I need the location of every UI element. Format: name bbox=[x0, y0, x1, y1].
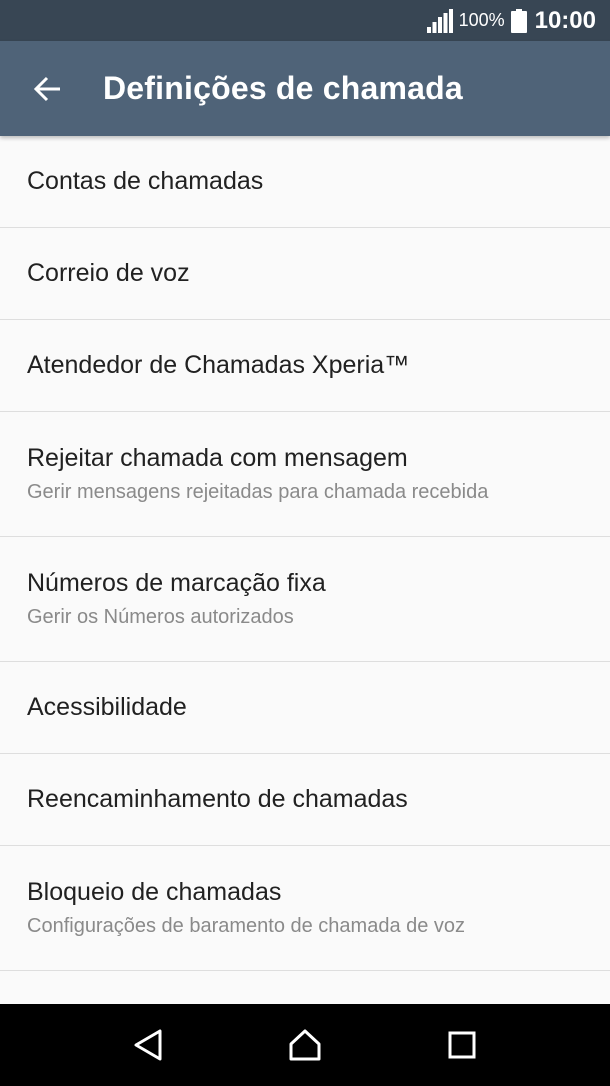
list-item-call-barring[interactable]: Bloqueio de chamadas Configurações de ba… bbox=[0, 846, 610, 971]
list-item-summary: Configurações de baramento de chamada de… bbox=[27, 915, 466, 937]
list-item-title: Rejeitar chamada com mensagem bbox=[27, 444, 408, 472]
navigation-bar bbox=[0, 1004, 610, 1086]
list-item-title: Correio de voz bbox=[27, 259, 190, 287]
nav-home-button[interactable] bbox=[270, 1010, 340, 1080]
back-button[interactable] bbox=[0, 41, 96, 136]
list-item-summary: Gerir mensagens rejeitadas para chamada … bbox=[27, 481, 489, 503]
list-item-accessibility[interactable]: Acessibilidade bbox=[0, 662, 610, 754]
list-item-summary: Gerir os Números autorizados bbox=[27, 606, 294, 628]
list-item-reject-with-message[interactable]: Rejeitar chamada com mensagem Gerir mens… bbox=[0, 412, 610, 537]
recents-square-icon bbox=[448, 1031, 476, 1059]
list-item-xperia-answering[interactable]: Atendedor de Chamadas Xperia™ bbox=[0, 320, 610, 412]
home-icon bbox=[289, 1029, 321, 1061]
status-bar: 100% 10:00 bbox=[0, 0, 610, 41]
list-item-title: Bloqueio de chamadas bbox=[27, 878, 282, 906]
nav-back-button[interactable] bbox=[113, 1010, 183, 1080]
list-item-title: Números de marcação fixa bbox=[27, 569, 326, 597]
list-item-call-accounts[interactable]: Contas de chamadas bbox=[0, 136, 610, 228]
settings-list[interactable]: Contas de chamadas Correio de voz Atende… bbox=[0, 136, 610, 1004]
battery-icon bbox=[510, 8, 527, 33]
back-triangle-icon bbox=[134, 1029, 162, 1061]
list-item-title: Acessibilidade bbox=[27, 693, 187, 721]
status-clock: 10:00 bbox=[534, 6, 596, 34]
arrow-left-icon bbox=[33, 76, 60, 101]
list-item-fixed-dialing[interactable]: Números de marcação fixa Gerir os Número… bbox=[0, 537, 610, 662]
list-item-title: Atendedor de Chamadas Xperia™ bbox=[27, 351, 410, 379]
signal-icon bbox=[426, 8, 453, 33]
list-item-title: Contas de chamadas bbox=[27, 167, 264, 195]
app-bar: Definições de chamada bbox=[0, 41, 610, 136]
list-item-title: Reencaminhamento de chamadas bbox=[27, 785, 408, 813]
nav-recents-button[interactable] bbox=[427, 1010, 497, 1080]
battery-percent: 100% bbox=[458, 10, 505, 30]
page-title: Definições de chamada bbox=[103, 70, 463, 106]
list-item-call-forwarding[interactable]: Reencaminhamento de chamadas bbox=[0, 754, 610, 846]
list-item-voicemail[interactable]: Correio de voz bbox=[0, 228, 610, 320]
